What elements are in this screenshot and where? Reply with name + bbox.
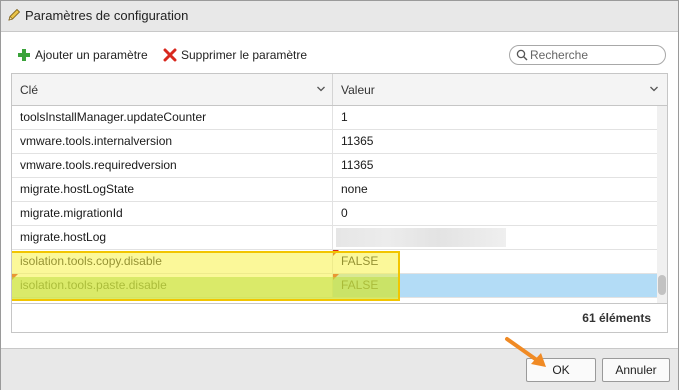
- row-value[interactable]: 11365: [333, 130, 657, 153]
- parameters-table: Clé Valeur toolsInstallManager.updateCou…: [11, 73, 668, 333]
- table-footer: 61 éléments: [12, 303, 667, 332]
- toolbar: Ajouter un paramètre Supprimer le paramè…: [1, 45, 678, 67]
- row-value[interactable]: 11365: [333, 154, 657, 177]
- delete-parameter-button[interactable]: Supprimer le paramètre: [163, 45, 307, 65]
- modified-flag: [12, 274, 18, 280]
- title-bar: Paramètres de configuration: [1, 1, 678, 32]
- table-row[interactable]: migrate.hostLogState none: [12, 178, 657, 202]
- chevron-down-icon[interactable]: [316, 84, 326, 94]
- row-key: vmware.tools.requiredversion: [12, 154, 333, 177]
- table-row[interactable]: toolsInstallManager.updateCounter 1: [12, 106, 657, 130]
- column-header-value[interactable]: Valeur: [333, 74, 667, 105]
- row-value[interactable]: FALSE: [333, 250, 657, 273]
- table-row[interactable]: isolation.tools.copy.disable FALSE: [12, 250, 657, 274]
- vertical-scrollbar[interactable]: [657, 106, 667, 303]
- search-icon: [516, 49, 528, 61]
- row-key: isolation.tools.paste.disable: [12, 274, 333, 297]
- row-key: migrate.hostLog: [12, 226, 333, 249]
- row-key: migrate.migrationId: [12, 202, 333, 225]
- column-header-value-label: Valeur: [341, 82, 375, 97]
- modified-flag: [333, 274, 339, 280]
- pencil-icon: [8, 8, 21, 21]
- row-key: isolation.tools.copy.disable: [12, 250, 333, 273]
- x-icon: [163, 48, 177, 62]
- column-header-key[interactable]: Clé: [12, 74, 333, 105]
- row-value[interactable]: FALSE: [333, 274, 657, 297]
- table-row[interactable]: vmware.tools.requiredversion 11365: [12, 154, 657, 178]
- scrollbar-thumb[interactable]: [658, 275, 666, 295]
- row-key: vmware.tools.internalversion: [12, 130, 333, 153]
- configuration-dialog: Paramètres de configuration Ajouter un p…: [0, 0, 679, 390]
- search-input[interactable]: [530, 47, 658, 63]
- row-value[interactable]: none: [333, 178, 657, 201]
- redacted-value: [336, 228, 506, 247]
- column-header-key-label: Clé: [20, 82, 39, 97]
- add-parameter-label: Ajouter un paramètre: [35, 48, 148, 62]
- row-value[interactable]: 0: [333, 202, 657, 225]
- row-key: migrate.hostLogState: [12, 178, 333, 201]
- dialog-title: Paramètres de configuration: [25, 8, 189, 23]
- chevron-down-icon[interactable]: [649, 84, 659, 94]
- delete-parameter-label: Supprimer le paramètre: [181, 48, 308, 62]
- row-key: toolsInstallManager.updateCounter: [12, 106, 333, 129]
- button-bar: OK Annuler: [1, 348, 678, 390]
- table-row[interactable]: isolation.tools.paste.disable FALSE: [12, 274, 657, 298]
- table-row[interactable]: migrate.hostLog: [12, 226, 657, 250]
- table-header: Clé Valeur: [12, 74, 667, 106]
- row-value[interactable]: 1: [333, 106, 657, 129]
- cancel-button[interactable]: Annuler: [602, 358, 670, 382]
- table-row[interactable]: migrate.migrationId 0: [12, 202, 657, 226]
- ok-button[interactable]: OK: [526, 358, 596, 382]
- item-count: 61 éléments: [582, 311, 651, 325]
- table-body: toolsInstallManager.updateCounter 1 vmwa…: [12, 106, 657, 303]
- table-row[interactable]: vmware.tools.internalversion 11365: [12, 130, 657, 154]
- modified-flag: [333, 250, 339, 256]
- search-box[interactable]: [509, 45, 666, 65]
- add-parameter-button[interactable]: Ajouter un paramètre: [17, 45, 148, 65]
- plus-icon: [18, 49, 30, 61]
